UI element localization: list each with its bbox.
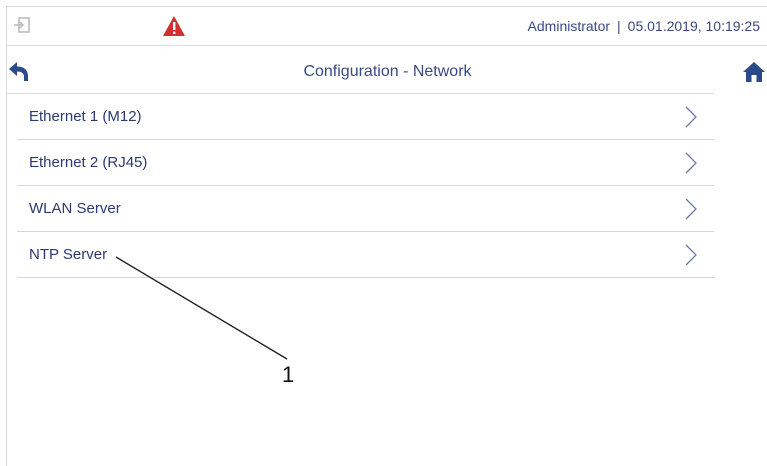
page-title: Configuration - Network (303, 63, 472, 80)
status-info: Administrator | 05.01.2019, 10:19:25 (528, 18, 760, 34)
date-time: 05.01.2019, 10:19:25 (627, 18, 760, 34)
chevron-right-icon (685, 106, 697, 128)
nav-bar: Configuration - Network (7, 53, 767, 93)
menu-item-label: Ethernet 1 (M12) (29, 108, 142, 125)
chevron-right-icon (685, 244, 697, 266)
status-separator: | (617, 18, 621, 34)
menu-item-ethernet-1[interactable]: Ethernet 1 (M12) (17, 94, 714, 140)
menu-item-wlan-server[interactable]: WLAN Server (17, 186, 714, 232)
chevron-right-icon (685, 198, 697, 220)
callout-number: 1 (282, 362, 295, 387)
statusbar-divider (7, 45, 767, 46)
menu-item-label: WLAN Server (29, 200, 121, 217)
warning-icon[interactable] (162, 15, 186, 37)
user-name[interactable]: Administrator (528, 18, 610, 34)
menu-item-label: NTP Server (29, 246, 108, 263)
menu-item-ntp-server[interactable]: NTP Server (17, 232, 714, 278)
chevron-right-icon (685, 152, 697, 174)
app-frame: Administrator | 05.01.2019, 10:19:25 Confi… (6, 6, 767, 466)
menu-item-label: Ethernet 2 (RJ45) (29, 154, 148, 171)
home-icon[interactable] (742, 60, 766, 84)
login-icon[interactable] (13, 16, 31, 34)
status-bar: Administrator | 05.01.2019, 10:19:25 (7, 7, 767, 45)
menu-item-ethernet-2[interactable]: Ethernet 2 (RJ45) (17, 140, 714, 186)
network-menu: Ethernet 1 (M12) Ethernet 2 (RJ45) WLAN … (17, 94, 714, 278)
